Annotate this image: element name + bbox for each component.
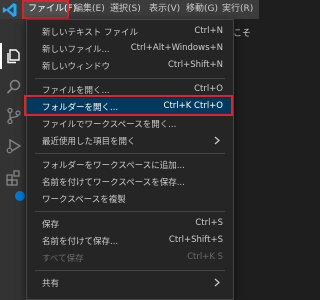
menu-item-label: すべて保存 bbox=[42, 254, 84, 264]
menu-item-label: 最近使用した項目を開く bbox=[42, 137, 136, 147]
menu-item-save-as[interactable]: 名前を付けて保存... Ctrl+Shift+S bbox=[27, 232, 233, 249]
menu-item-label: 新しいウィンドウ bbox=[42, 62, 111, 72]
extensions-icon[interactable] bbox=[5, 169, 23, 187]
vscode-logo-icon bbox=[2, 3, 17, 17]
menu-item-label: フォルダーをワークスペースに追加... bbox=[42, 161, 185, 171]
menu-item-open-recent[interactable]: 最近使用した項目を開く bbox=[27, 132, 233, 149]
extensions-badge bbox=[15, 191, 25, 201]
menu-item-share[interactable]: 共有 bbox=[27, 274, 233, 291]
file-menu-highlight bbox=[22, 0, 69, 19]
menu-separator bbox=[35, 78, 225, 79]
chevron-right-icon bbox=[214, 136, 220, 145]
menu-item-add-folder-to-workspace[interactable]: フォルダーをワークスペースに追加... bbox=[27, 156, 233, 173]
menu-item-label: 新しいテキスト ファイル bbox=[42, 28, 138, 38]
menu-item-save[interactable]: 保存 Ctrl+S bbox=[27, 215, 233, 232]
menu-item-shortcut: Ctrl+N bbox=[194, 26, 223, 36]
search-icon[interactable] bbox=[5, 78, 23, 96]
menu-item-new-window[interactable]: 新しいウィンドウ Ctrl+Shift+N bbox=[27, 57, 233, 74]
menu-item-duplicate-workspace[interactable]: ワークスペースを複製 bbox=[27, 190, 233, 207]
menu-item-shortcut: Ctrl+Shift+S bbox=[168, 235, 223, 245]
menu-item-shortcut: Ctrl+S bbox=[195, 218, 223, 228]
menu-item-open-workspace-from-file[interactable]: ファイルでワークスペースを開く... bbox=[27, 115, 233, 132]
menu-item-shortcut: Ctrl+Alt+Windows+N bbox=[130, 43, 223, 53]
run-debug-icon[interactable] bbox=[5, 137, 23, 155]
menu-item-label: 名前を付けて保存... bbox=[42, 237, 119, 247]
menu-selection[interactable]: 選択(S) bbox=[110, 0, 141, 19]
menu-item-shortcut: Ctrl+O bbox=[194, 84, 223, 94]
activity-bar bbox=[0, 19, 27, 300]
source-control-icon[interactable] bbox=[5, 107, 23, 125]
menu-item-shortcut: Ctrl+Shift+N bbox=[167, 60, 223, 70]
menu-item-label: 名前を付けてワークスペースを保存... bbox=[42, 178, 185, 188]
menu-item-new-text-file[interactable]: 新しいテキスト ファイル Ctrl+N bbox=[27, 23, 233, 40]
open-folder-highlight bbox=[24, 95, 233, 116]
menu-view[interactable]: 表示(V) bbox=[149, 0, 180, 19]
menu-edit[interactable]: 編集(E) bbox=[74, 0, 105, 19]
active-indicator bbox=[0, 43, 2, 69]
menu-separator bbox=[35, 153, 225, 154]
explorer-icon[interactable] bbox=[5, 47, 23, 65]
menu-item-label: 保存 bbox=[42, 220, 60, 230]
menu-item-new-file[interactable]: 新しいファイル... Ctrl+Alt+Windows+N bbox=[27, 40, 233, 57]
menu-go[interactable]: 移動(G) bbox=[186, 0, 218, 19]
menu-item-save-all: すべて保存 Ctrl+K S bbox=[27, 249, 233, 266]
chevron-right-icon bbox=[214, 278, 220, 287]
menu-item-save-workspace-as[interactable]: 名前を付けてワークスペースを保存... bbox=[27, 173, 233, 190]
menu-item-shortcut: Ctrl+K S bbox=[187, 252, 223, 262]
menu-item-label: ワークスペースを複製 bbox=[42, 195, 126, 205]
menu-item-label: 新しいファイル... bbox=[42, 45, 110, 55]
menu-separator bbox=[35, 211, 225, 212]
menu-separator bbox=[35, 270, 225, 271]
menu-item-label: 共有 bbox=[42, 279, 60, 289]
file-menu: 新しいテキスト ファイル Ctrl+N 新しいファイル... Ctrl+Alt+… bbox=[26, 19, 234, 300]
menu-run[interactable]: 実行(R) bbox=[222, 0, 253, 19]
menu-item-label: ファイルでワークスペースを開く... bbox=[42, 120, 177, 130]
